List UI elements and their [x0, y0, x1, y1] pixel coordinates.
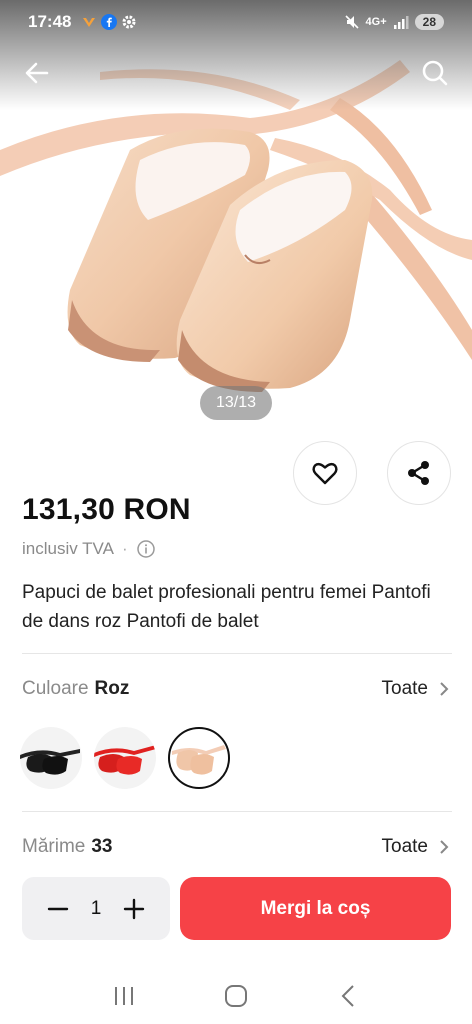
system-navigation-bar	[0, 968, 472, 1024]
size-see-all-button[interactable]: Toate	[382, 836, 450, 858]
vat-separator: ·	[121, 539, 128, 558]
top-navigation	[0, 50, 472, 94]
quantity-stepper: 1	[22, 877, 170, 940]
recent-apps-button[interactable]	[104, 976, 144, 1016]
search-icon	[422, 60, 448, 86]
home-icon	[225, 985, 247, 1007]
product-title: Papuci de balet profesionali pentru feme…	[22, 582, 431, 632]
notification-icons	[81, 14, 137, 30]
search-button[interactable]	[418, 56, 452, 90]
arrow-left-icon	[25, 62, 49, 84]
minus-icon	[47, 907, 69, 910]
swatch-pink-selected[interactable]	[168, 727, 230, 789]
network-type: 4G+	[365, 16, 387, 28]
plus-icon	[123, 898, 145, 919]
swatch-red[interactable]	[94, 727, 156, 789]
product-price: 131,30 RON	[22, 493, 191, 526]
system-back-button[interactable]	[328, 976, 368, 1016]
share-icon	[408, 461, 429, 485]
color-swatches	[20, 727, 230, 789]
size-label: Mărime	[22, 836, 86, 857]
increase-quantity-button[interactable]	[122, 897, 146, 921]
mute-icon	[344, 15, 359, 29]
facebook-icon	[101, 14, 118, 30]
recent-apps-icon	[115, 987, 133, 1005]
divider	[22, 811, 452, 812]
color-value: Roz	[94, 678, 130, 699]
chevron-right-icon	[440, 682, 449, 696]
pink-shoe-thumbnail	[172, 745, 226, 775]
color-label: Culoare	[22, 678, 89, 699]
gallery-counter: 13/13	[200, 386, 272, 420]
swatch-black[interactable]	[20, 727, 82, 789]
back-button[interactable]	[20, 56, 54, 90]
color-option-row: Culoare Roz Toate	[22, 678, 450, 700]
favorite-button[interactable]	[293, 441, 357, 505]
back-chevron-icon	[341, 985, 354, 1007]
battery-level: 28	[414, 14, 444, 30]
decrease-quantity-button[interactable]	[46, 897, 70, 921]
red-shoe-thumbnail	[94, 745, 156, 775]
size-option-row: Mărime 33 Toate	[22, 836, 450, 858]
chevron-right-icon	[440, 840, 449, 854]
black-shoe-thumbnail	[20, 749, 80, 775]
signal-icon	[393, 16, 409, 29]
status-bar: 17:48 4G+ 28	[0, 0, 472, 44]
go-to-cart-button[interactable]: Mergi la coș	[180, 877, 451, 940]
color-see-all-label: Toate	[381, 678, 428, 699]
home-button[interactable]	[216, 976, 256, 1016]
heart-icon	[312, 462, 338, 485]
size-value: 33	[91, 836, 113, 857]
share-button[interactable]	[387, 441, 451, 505]
quantity-value[interactable]: 1	[91, 898, 102, 920]
size-see-all-label: Toate	[381, 836, 428, 857]
info-icon[interactable]	[136, 539, 156, 559]
vat-label: inclusiv TVA	[22, 539, 114, 558]
settings-gear-icon	[122, 15, 136, 29]
color-see-all-button[interactable]: Toate	[382, 678, 450, 700]
app-notification-icon	[83, 18, 96, 27]
status-time: 17:48	[28, 12, 72, 31]
vat-info: inclusiv TVA ·	[22, 539, 156, 559]
divider	[22, 653, 452, 654]
